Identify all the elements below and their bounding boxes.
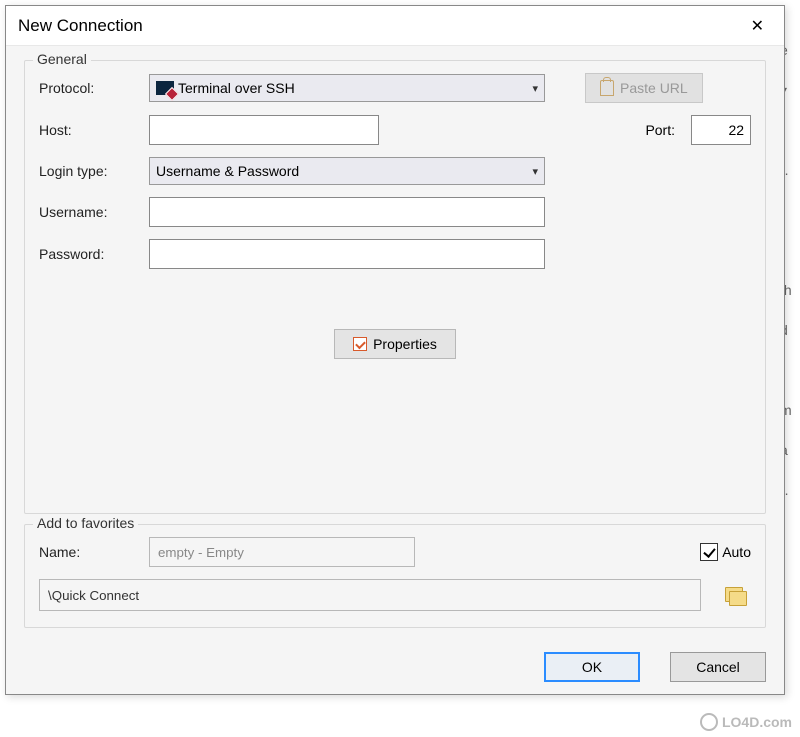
login-type-row: Login type: Username & Password ▾ <box>39 157 751 185</box>
password-label: Password: <box>39 246 139 262</box>
chevron-down-icon: ▾ <box>532 165 538 178</box>
password-input[interactable] <box>149 239 545 269</box>
login-type-combo[interactable]: Username & Password ▾ <box>149 157 545 185</box>
favorite-path-input[interactable] <box>39 579 701 611</box>
ok-button[interactable]: OK <box>544 652 640 682</box>
favorite-path-row <box>39 579 751 611</box>
host-row: Host: Port: <box>39 115 751 145</box>
folder-icon <box>725 587 745 603</box>
paste-url-button[interactable]: Paste URL <box>585 73 703 103</box>
host-label: Host: <box>39 122 139 138</box>
username-label: Username: <box>39 204 139 220</box>
protocol-label: Protocol: <box>39 80 139 96</box>
protocol-combo[interactable]: Terminal over SSH ▾ <box>149 74 545 102</box>
browse-folder-button[interactable] <box>719 579 751 611</box>
cancel-button[interactable]: Cancel <box>670 652 766 682</box>
watermark-text: LO4D.com <box>722 714 792 730</box>
new-connection-dialog: New Connection ✕ General Protocol: Termi… <box>5 5 785 695</box>
properties-button[interactable]: Properties <box>334 329 456 359</box>
paste-url-label: Paste URL <box>620 80 688 96</box>
properties-row: Properties <box>39 329 751 359</box>
protocol-row: Protocol: Terminal over SSH ▾ Paste URL <box>39 73 751 103</box>
clipboard-icon <box>600 80 614 96</box>
watermark: LO4D.com <box>700 713 792 731</box>
auto-checkbox-wrap[interactable]: Auto <box>700 543 751 561</box>
dialog-buttons: OK Cancel <box>24 652 766 682</box>
terminal-icon <box>156 81 174 95</box>
favorite-name-row: Name: Auto <box>39 537 751 567</box>
login-type-label: Login type: <box>39 163 139 179</box>
auto-label: Auto <box>722 544 751 560</box>
login-type-value: Username & Password <box>156 163 299 179</box>
port-input[interactable] <box>691 115 751 145</box>
favorites-group: Add to favorites Name: Auto <box>24 524 766 628</box>
titlebar: New Connection ✕ <box>6 6 784 46</box>
close-icon[interactable]: ✕ <box>743 12 772 40</box>
dialog-body: General Protocol: Terminal over SSH ▾ Pa… <box>6 46 784 694</box>
properties-label: Properties <box>373 336 437 352</box>
password-row: Password: <box>39 239 751 269</box>
auto-checkbox[interactable] <box>700 543 718 561</box>
favorites-legend: Add to favorites <box>33 515 138 531</box>
check-icon <box>353 337 367 351</box>
favorite-name-input[interactable] <box>149 537 415 567</box>
host-input[interactable] <box>149 115 379 145</box>
globe-icon <box>700 713 718 731</box>
general-group: General Protocol: Terminal over SSH ▾ Pa… <box>24 60 766 514</box>
favorite-name-label: Name: <box>39 544 139 560</box>
username-row: Username: <box>39 197 751 227</box>
username-input[interactable] <box>149 197 545 227</box>
protocol-value: Terminal over SSH <box>178 80 295 96</box>
dialog-title: New Connection <box>18 16 143 36</box>
port-label: Port: <box>645 122 675 138</box>
general-legend: General <box>33 51 91 67</box>
chevron-down-icon: ▾ <box>532 82 538 95</box>
